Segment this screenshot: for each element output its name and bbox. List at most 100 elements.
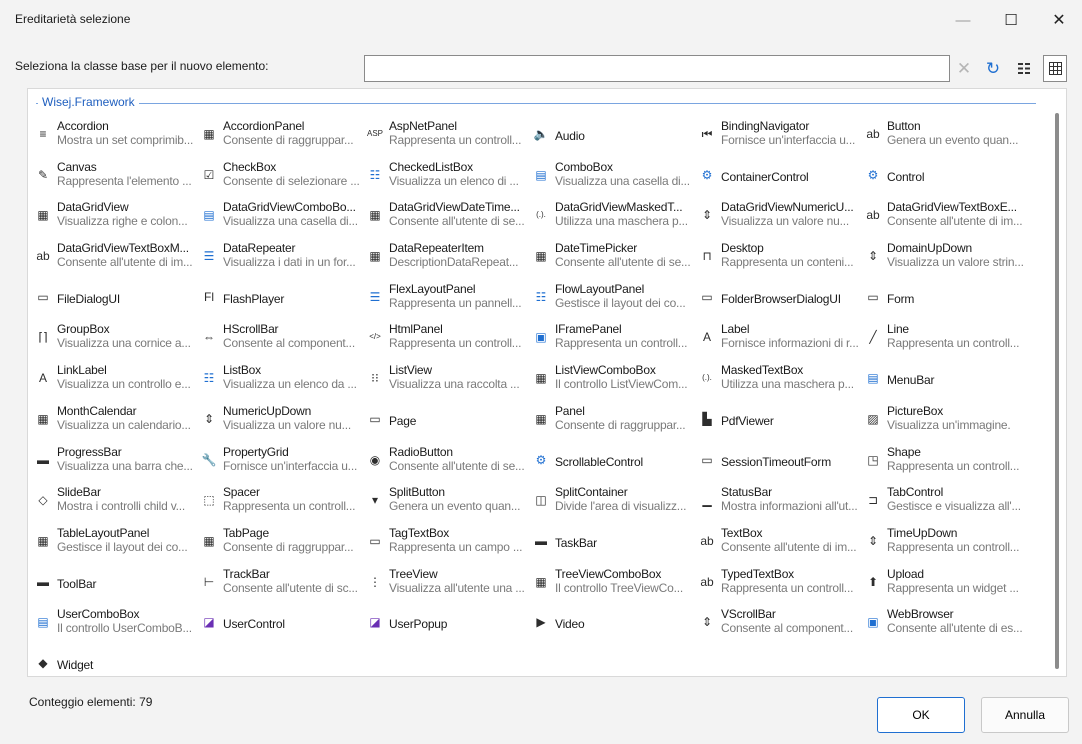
class-item[interactable]: ╱ Line Rappresenta un controll... — [863, 322, 1043, 363]
class-item[interactable]: ▦ TableLayoutPanel Gestisce il layout dei … — [33, 526, 199, 567]
class-item[interactable]: ab TypedTextBox Rappresenta un controll... — [697, 567, 863, 608]
class-item[interactable]: ◆ Widget — [33, 648, 199, 689]
class-item[interactable]: ⇕ VScrollBar Consente al component... — [697, 607, 863, 648]
class-item[interactable]: ▬ ProgressBar Visualizza una barra che... — [33, 445, 199, 486]
class-item[interactable]: 🔈 Audio — [531, 119, 697, 160]
ok-button[interactable]: OK — [877, 697, 965, 733]
class-item[interactable]: ⊓ Desktop Rappresenta un conteni... — [697, 241, 863, 282]
class-item-description: Utilizza una maschera p... — [555, 214, 688, 229]
maximize-icon[interactable]: ☐ — [988, 0, 1034, 40]
class-item-description: Visualizza i dati in un for... — [223, 255, 356, 270]
class-item-description: Mostra informazioni all'ut... — [721, 499, 858, 514]
vertical-scrollbar[interactable] — [1055, 113, 1059, 669]
class-item[interactable]: A Label Fornisce informazioni di r... — [697, 322, 863, 363]
class-item[interactable]: (.). DataGridViewMaskedT... Utilizza una m… — [531, 200, 697, 241]
class-item[interactable]: ▭ TagTextBox Rappresenta un campo ... — [365, 526, 531, 567]
class-item[interactable]: ▾ SplitButton Genera un evento quan... — [365, 485, 531, 526]
class-item[interactable]: ☷ CheckedListBox Visualizza un elenco di .… — [365, 160, 531, 201]
class-item[interactable]: ⋮ TreeView Visualizza all'utente una ... — [365, 567, 531, 608]
class-item[interactable]: ⇕ DataGridViewNumericU... Visualizza un va… — [697, 200, 863, 241]
class-item[interactable]: ▦ DateTimePicker Consente all'utente di se… — [531, 241, 697, 282]
class-item[interactable]: ▭ Page — [365, 404, 531, 445]
cancel-button[interactable]: Annulla — [981, 697, 1069, 733]
class-item-name: BindingNavigator — [721, 119, 810, 133]
class-item[interactable]: ☷ FlowLayoutPanel Gestisce il layout dei c… — [531, 282, 697, 323]
class-item[interactable]: </> HtmlPanel Rappresenta un controll... — [365, 322, 531, 363]
class-item[interactable]: ◳ Shape Rappresenta un controll... — [863, 445, 1043, 486]
class-item[interactable]: ▦ DataGridViewDateTime... Consente all'ute… — [365, 200, 531, 241]
class-item[interactable]: 🔧 PropertyGrid Fornisce un'interfaccia u..… — [199, 445, 365, 486]
clear-search-icon[interactable]: ✕ — [953, 55, 975, 82]
class-item[interactable]: ◇ SlideBar Mostra i controlli child v... — [33, 485, 199, 526]
minimize-icon[interactable]: — — [940, 0, 986, 40]
class-item[interactable]: ◫ SplitContainer Divide l'area di visualiz… — [531, 485, 697, 526]
refresh-icon[interactable]: ↻ — [982, 55, 1004, 82]
class-item[interactable]: ☰ DataRepeater Visualizza i dati in un for… — [199, 241, 365, 282]
class-item[interactable]: ▦ AccordionPanel Consente di raggruppar... — [199, 119, 365, 160]
class-item[interactable]: ▤ DataGridViewComboBo... Visualizza una ca… — [199, 200, 365, 241]
class-item[interactable]: ⚙ Control — [863, 160, 1043, 201]
class-item-name: RadioButton — [389, 444, 453, 459]
close-icon[interactable]: ✕ — [1036, 0, 1082, 40]
grid-view-icon[interactable] — [1043, 55, 1067, 82]
class-item[interactable]: ⇕ NumericUpDown Visualizza un valore nu... — [199, 404, 365, 445]
class-item-icon: ⬆ — [867, 574, 879, 589]
class-item[interactable]: ⬚ Spacer Rappresenta un controll... — [199, 485, 365, 526]
class-item[interactable]: ▣ WebBrowser Consente all'utente di es... — [863, 607, 1043, 648]
class-item[interactable]: ▦ TreeViewComboBox Il controllo TreeViewCo… — [531, 567, 697, 608]
class-item[interactable]: ▦ DataRepeaterItem DescriptionDataRepeat..… — [365, 241, 531, 282]
class-item[interactable]: ▬ TaskBar — [531, 526, 697, 567]
class-item[interactable]: Fl FlashPlayer — [199, 282, 365, 323]
class-item[interactable]: ▦ ListViewComboBox Il controllo ListViewCo… — [531, 363, 697, 404]
class-item[interactable]: ASP AspNetPanel Rappresenta un controll... — [365, 119, 531, 160]
class-item[interactable]: ≡ Accordion Mostra un set comprimib... — [33, 119, 199, 160]
class-item[interactable]: ✎ Canvas Rappresenta l'elemento ... — [33, 160, 199, 201]
class-item[interactable]: ⊐ TabControl Gestisce e visualizza all'... — [863, 485, 1043, 526]
class-item[interactable]: ab DataGridViewTextBoxM... Consente all'ut… — [33, 241, 199, 282]
class-item[interactable]: ◉ RadioButton Consente all'utente di se... — [365, 445, 531, 486]
class-item[interactable]: ◪ UserPopup — [365, 607, 531, 648]
title-bar: Ereditarietà selezione — ☐ ✕ — [0, 0, 1082, 40]
list-view-icon[interactable] — [1013, 55, 1035, 82]
class-item[interactable]: ▤ ComboBox Visualizza una casella di... — [531, 160, 697, 201]
class-item[interactable]: ▤ MenuBar — [863, 363, 1043, 404]
class-item[interactable]: (.). MaskedTextBox Utilizza una maschera p… — [697, 363, 863, 404]
class-item[interactable]: ab DataGridViewTextBoxE... Consente all'ut… — [863, 200, 1043, 241]
class-item[interactable]: ab TextBox Consente all'utente di im... — [697, 526, 863, 567]
class-item-name: TagTextBox — [389, 525, 450, 540]
class-item[interactable]: ▁ StatusBar Mostra informazioni all'ut... — [697, 485, 863, 526]
class-item[interactable]: ▭ FileDialogUI — [33, 282, 199, 323]
class-item[interactable]: ▤ UserComboBox Il controllo UserComboB... — [33, 607, 199, 648]
class-item[interactable]: ▨ PictureBox Visualizza un'immagine. — [863, 404, 1043, 445]
class-item[interactable]: ⚙ ScrollableControl — [531, 445, 697, 486]
class-item-icon: ⇕ — [867, 533, 879, 548]
class-item[interactable]: ⁝⁝ ListView Visualizza una raccolta ... — [365, 363, 531, 404]
class-item[interactable]: ⏮ BindingNavigator Fornisce un'interfaccia… — [697, 119, 863, 160]
class-item[interactable]: ▭ FolderBrowserDialogUI — [697, 282, 863, 323]
class-item[interactable]: ⊢ TrackBar Consente all'utente di sc... — [199, 567, 365, 608]
class-item[interactable]: ⇕ DomainUpDown Visualizza un valore strin.… — [863, 241, 1043, 282]
class-item[interactable]: ☰ FlexLayoutPanel Rappresenta un pannell..… — [365, 282, 531, 323]
class-item[interactable]: ▦ MonthCalendar Visualizza un calendario..… — [33, 404, 199, 445]
class-item[interactable]: ab Button Genera un evento quan... — [863, 119, 1043, 160]
class-item[interactable]: ◪ UserControl — [199, 607, 365, 648]
class-item-description: Consente al component... — [223, 336, 355, 351]
class-item[interactable]: ▦ TabPage Consente di raggruppar... — [199, 526, 365, 567]
class-item[interactable]: ▙ PdfViewer — [697, 404, 863, 445]
class-item[interactable]: ⬆ Upload Rappresenta un widget ... — [863, 567, 1043, 608]
class-item[interactable]: ▬ ToolBar — [33, 567, 199, 608]
class-item[interactable]: ☑ CheckBox Consente di selezionare ... — [199, 160, 365, 201]
class-item[interactable]: ▦ Panel Consente di raggruppar... — [531, 404, 697, 445]
class-item[interactable]: ☷ ListBox Visualizza un elenco da ... — [199, 363, 365, 404]
class-item[interactable]: A LinkLabel Visualizza un controllo e... — [33, 363, 199, 404]
class-item[interactable]: ▶ Video — [531, 607, 697, 648]
search-input[interactable] — [364, 55, 950, 82]
class-item[interactable]: ▣ IFramePanel Rappresenta un controll... — [531, 322, 697, 363]
class-item[interactable]: ▭ SessionTimeoutForm — [697, 445, 863, 486]
class-item[interactable]: ⚙ ContainerControl — [697, 160, 863, 201]
class-item[interactable]: ⇔ HScrollBar Consente al component... — [199, 322, 365, 363]
class-item[interactable]: ⇕ TimeUpDown Rappresenta un controll... — [863, 526, 1043, 567]
class-item[interactable]: ▦ DataGridView Visualizza righe e colon... — [33, 200, 199, 241]
class-item[interactable]: ▭ Form — [863, 282, 1043, 323]
class-item[interactable]: ⌈⌉ GroupBox Visualizza una cornice a... — [33, 322, 199, 363]
